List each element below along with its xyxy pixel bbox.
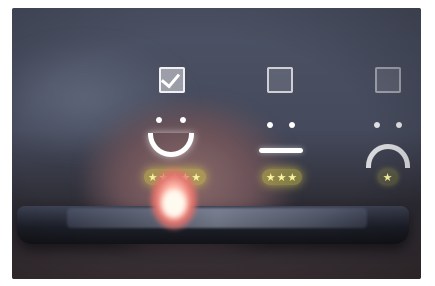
vignette (12, 8, 421, 279)
photo: ★★★★★ ★★★ ★ (12, 8, 421, 279)
